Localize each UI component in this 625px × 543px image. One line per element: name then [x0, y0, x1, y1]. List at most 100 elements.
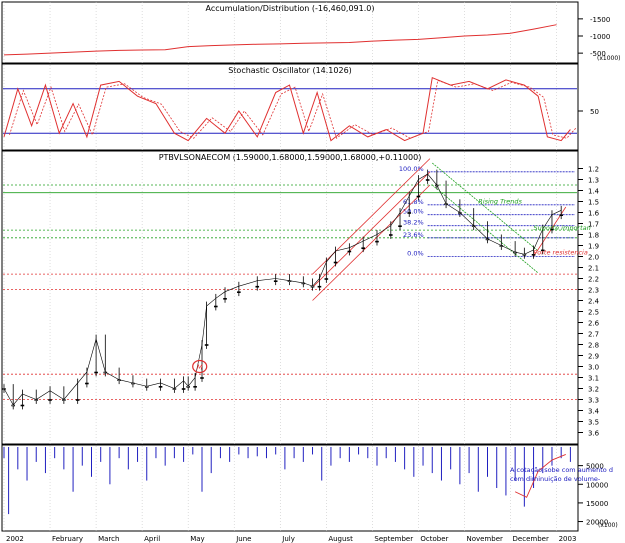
- volume-tick-label: 15000: [586, 500, 608, 508]
- month-label: November: [466, 535, 503, 543]
- stoch-panel-frame: [1, 63, 579, 151]
- ad-title: Accumulation/Distribution (-16,460,091.0…: [206, 4, 375, 13]
- stoch-y-ticks: 50: [578, 108, 599, 116]
- price-title: PTBVLSONAECOM (1.59000,1.68000,1.59000,1…: [159, 153, 422, 162]
- channel-upper-line: [312, 184, 431, 301]
- ad-y-ticks: -500 -1000 -1500: [578, 16, 610, 58]
- price-tick-label: 3.3: [588, 397, 599, 405]
- volume-bars: [3, 447, 571, 515]
- price-tick-label: 1.2: [588, 166, 599, 174]
- price-tick-label: 1.9: [588, 243, 599, 251]
- volume-annotation-line: com diminuição de volume-: [510, 475, 601, 483]
- stoch-title: Stochastic Oscillator (14.1026): [228, 66, 352, 75]
- candle-body: [559, 214, 563, 216]
- candle-body: [214, 305, 218, 308]
- price-tick-label: 1.8: [588, 232, 599, 240]
- month-label: April: [144, 535, 160, 543]
- month-label: 2003: [559, 535, 577, 543]
- fib-level-label: 38.2%: [403, 219, 424, 227]
- price-tick-label: 2.6: [588, 320, 600, 328]
- month-gridlines: [3, 2, 557, 531]
- ad-tick-label: -1000: [590, 33, 610, 41]
- price-y-ticks: 3.6 3.5 3.4 3.3 3.2 3.1 3.0 2.9 2.8 2.7 2.6 2.5 2.4 2…: [578, 166, 600, 438]
- candle-body: [398, 225, 402, 227]
- price-tick-label: 1.4: [588, 188, 600, 196]
- price-tick-label: 2.3: [588, 287, 599, 295]
- candle-body: [333, 261, 338, 264]
- fibonacci-levels: 0.0%23.6%38.2%50.0%61.8%100.0%: [399, 165, 575, 258]
- candle-body: [158, 385, 163, 388]
- month-label: October: [420, 535, 448, 543]
- candle-body: [223, 297, 227, 300]
- price-annotation: Forte resistencia: [534, 248, 588, 256]
- month-label: May: [190, 535, 204, 543]
- candle-body: [94, 371, 98, 374]
- trend-channels: [312, 158, 567, 301]
- price-tick-label: 3.0: [588, 364, 599, 372]
- candle-body: [425, 179, 430, 181]
- price-tick-label: 2.2: [588, 276, 599, 284]
- candle-body: [204, 344, 209, 346]
- price-tick-label: 2.1: [588, 265, 599, 273]
- candle-body: [347, 250, 352, 253]
- ad-tick-label: -500: [590, 50, 606, 58]
- candle-body: [361, 247, 365, 249]
- month-label: September: [374, 535, 413, 543]
- price-horizontal-lines: [3, 184, 577, 400]
- stock-chart: Accumulation/Distribution (-16,460,091.0…: [1, 1, 621, 543]
- candle-body: [255, 285, 260, 288]
- volume-annotation-line1: A cotação sobe com aumento d com diminuiç…: [510, 466, 613, 483]
- month-label: March: [98, 535, 119, 543]
- candle-body: [193, 385, 197, 388]
- candle-body: [375, 240, 379, 243]
- candle-body: [20, 404, 25, 407]
- month-label: July: [281, 535, 295, 543]
- stoch-tick-label: 50: [590, 108, 599, 116]
- candle-body: [416, 195, 421, 198]
- price-tick-label: 2.0: [588, 254, 599, 262]
- price-tick-label: 2.5: [588, 309, 599, 317]
- price-annotation: Suporte importan: [534, 224, 591, 232]
- channel-mid-line: [312, 171, 431, 288]
- volume-annotation-line: A cotação sobe com aumento d: [510, 466, 613, 474]
- fib-level-label: 23.6%: [403, 231, 424, 239]
- price-tick-label: 3.5: [588, 419, 599, 427]
- month-label: 2002: [6, 535, 24, 543]
- stoch-lines: [3, 77, 577, 142]
- marker-circle-label: M: [197, 364, 203, 372]
- month-label: June: [235, 535, 251, 543]
- price-tick-label: 1.6: [588, 210, 600, 218]
- price-annotation: Rising Trends: [478, 198, 522, 206]
- volume-panel-frame: [1, 444, 579, 532]
- candle-body: [389, 234, 393, 236]
- ad-tick-label: -1500: [590, 16, 610, 24]
- price-tick-label: 3.4: [588, 408, 600, 416]
- candle-body: [407, 212, 412, 214]
- candle-body: [181, 388, 186, 390]
- candle-body: [273, 280, 278, 283]
- candle-body: [317, 285, 322, 288]
- month-label: February: [52, 535, 83, 543]
- price-tick-label: 3.1: [588, 375, 599, 383]
- month-label: December: [513, 535, 549, 543]
- stoch-k-line: [3, 77, 571, 142]
- candle-body: [324, 278, 329, 280]
- price-tick-label: 3.2: [588, 386, 599, 394]
- price-panel-frame: [1, 150, 579, 445]
- price-tick-label: 2.9: [588, 353, 599, 361]
- candle-body: [200, 377, 204, 379]
- candle-body: [85, 382, 89, 385]
- price-tick-label: 2.4: [588, 298, 600, 306]
- x-axis-month-labels: 2002 February March April May June July August S…: [6, 535, 576, 543]
- price-tick-label: 3.6: [588, 430, 600, 438]
- volume-tick-label: 20000: [586, 519, 608, 527]
- month-label: August: [328, 535, 353, 543]
- price-tick-label: 1.5: [588, 199, 599, 207]
- candle-body: [75, 399, 80, 401]
- candle-body: [237, 291, 241, 294]
- price-tick-label: 2.8: [588, 342, 599, 350]
- price-tick-label: 1.3: [588, 177, 599, 185]
- fib-level-label: 0.0%: [407, 250, 424, 258]
- candle-body: [48, 399, 52, 401]
- price-tick-label: 2.7: [588, 331, 599, 339]
